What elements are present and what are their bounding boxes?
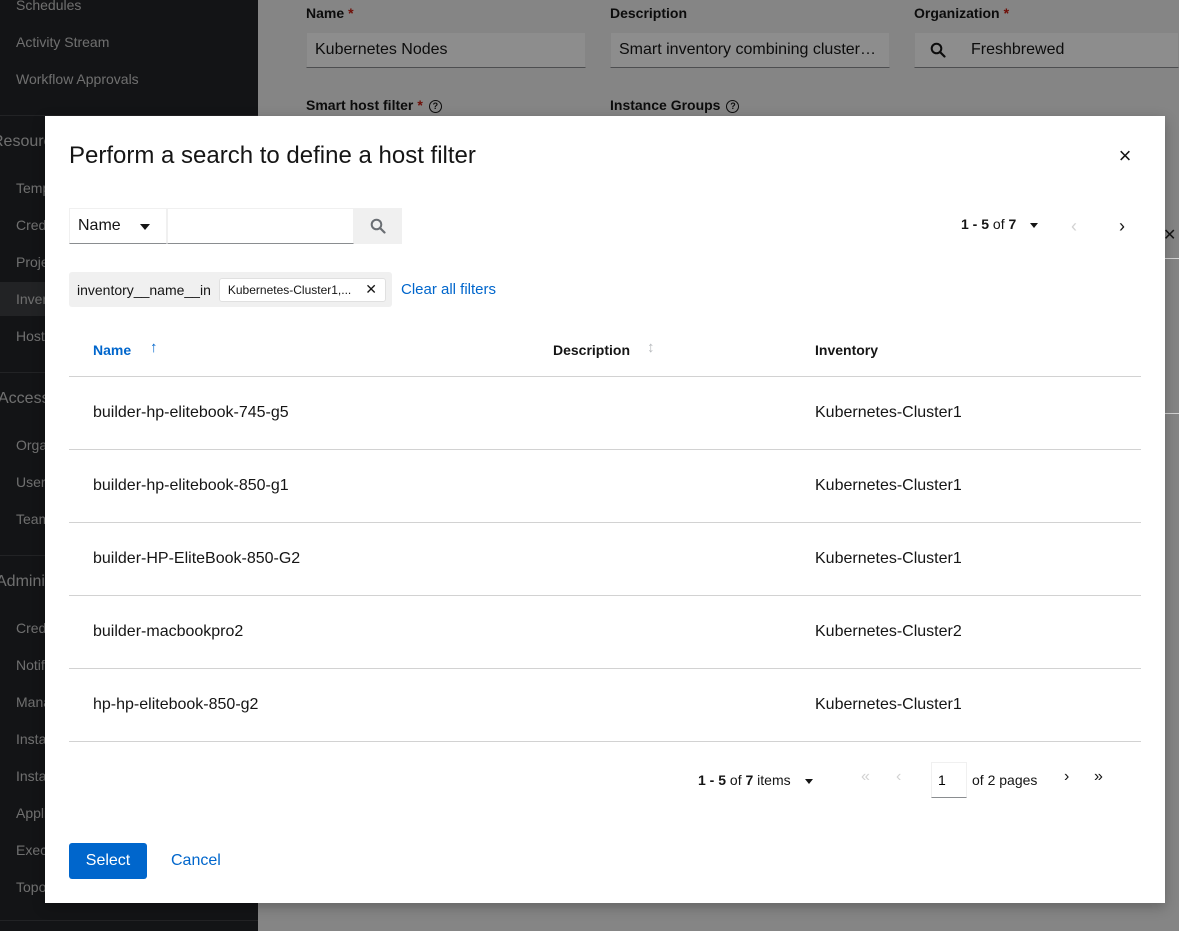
pagination-of: of	[729, 772, 742, 788]
pagination-toggle[interactable]: 1 - 5 of 7	[961, 216, 1039, 232]
remove-filter-icon[interactable]: ✕	[365, 281, 377, 298]
row-name: builder-HP-EliteBook-850-G2	[93, 550, 301, 567]
column-header-description[interactable]: Description	[553, 342, 630, 358]
pagination-range: 1 - 5	[961, 216, 990, 232]
row-name: hp-hp-elitebook-850-g2	[93, 696, 259, 713]
page-count-label: of 2 pages	[972, 772, 1038, 788]
filter-chip-label: Kubernetes-Cluster1,...	[227, 282, 352, 297]
row-name: builder-macbookpro2	[93, 623, 244, 640]
table-header: Name ↑ Description ↕ Inventory	[69, 328, 1141, 377]
table-row[interactable]: builder-hp-elitebook-745-g5 Kubernetes-C…	[69, 377, 1141, 450]
close-icon: ✕	[1163, 227, 1177, 244]
caret-down-icon	[1030, 222, 1039, 228]
row-inventory: Kubernetes-Cluster1	[815, 550, 962, 567]
search-input[interactable]	[167, 208, 354, 244]
next-page-icon[interactable]: ›	[1064, 768, 1069, 786]
column-header-inventory: Inventory	[815, 342, 879, 358]
search-attribute-value: Name	[78, 217, 121, 234]
divider	[1165, 413, 1179, 414]
pagination-bottom-toggle[interactable]: 1 - 5 of 7 items	[698, 772, 813, 788]
pagination-total: 7	[1008, 216, 1017, 232]
caret-down-icon	[140, 224, 150, 230]
divider	[1165, 258, 1179, 259]
filter-chip-group: inventory__name__in Kubernetes-Cluster1,…	[69, 272, 393, 307]
first-page-icon[interactable]: «	[861, 768, 870, 786]
row-inventory: Kubernetes-Cluster1	[815, 696, 962, 713]
pagination-range: 1 - 5	[698, 772, 727, 788]
row-name: builder-hp-elitebook-850-g1	[93, 477, 289, 494]
row-name: builder-hp-elitebook-745-g5	[93, 404, 289, 421]
search-icon	[370, 218, 386, 234]
row-inventory: Kubernetes-Cluster2	[815, 623, 962, 640]
table-row[interactable]: hp-hp-elitebook-850-g2 Kubernetes-Cluste…	[69, 669, 1141, 742]
select-button[interactable]: Select	[69, 843, 147, 879]
cancel-button[interactable]: Cancel	[171, 852, 221, 870]
page-number-input[interactable]	[931, 762, 967, 798]
last-page-icon[interactable]: »	[1094, 768, 1103, 786]
pagination-of: of	[992, 216, 1005, 232]
sort-icon[interactable]: ↕	[647, 339, 655, 356]
table-row[interactable]: builder-macbookpro2 Kubernetes-Cluster2	[69, 596, 1141, 669]
host-filter-modal: Perform a search to define a host filter…	[45, 116, 1165, 903]
search-attribute-select[interactable]: Name	[69, 208, 167, 244]
table-row[interactable]: builder-HP-EliteBook-850-G2 Kubernetes-C…	[69, 523, 1141, 596]
search-toolbar: Name	[69, 208, 402, 244]
arrow-up-icon[interactable]: ↑	[150, 339, 158, 356]
previous-page-icon[interactable]: ‹	[896, 768, 901, 786]
row-inventory: Kubernetes-Cluster1	[815, 404, 962, 421]
modal-title: Perform a search to define a host filter	[69, 142, 476, 169]
search-button[interactable]	[354, 208, 402, 244]
next-page-icon[interactable]: ›	[1119, 216, 1125, 237]
pagination-items-label: items	[757, 772, 791, 788]
clear-all-filters-link[interactable]: Clear all filters	[401, 281, 496, 298]
hosts-table: Name ↑ Description ↕ Inventory builder-h…	[69, 328, 1141, 742]
filter-category-label: inventory__name__in	[77, 281, 211, 298]
caret-down-icon	[804, 778, 813, 784]
previous-page-icon[interactable]: ‹	[1071, 216, 1077, 237]
pagination-total: 7	[745, 772, 754, 788]
close-icon[interactable]: ×	[1115, 145, 1135, 167]
row-inventory: Kubernetes-Cluster1	[815, 477, 962, 494]
table-row[interactable]: builder-hp-elitebook-850-g1 Kubernetes-C…	[69, 450, 1141, 523]
column-header-name[interactable]: Name	[93, 342, 131, 358]
filter-chip: Kubernetes-Cluster1,... ✕	[218, 277, 387, 302]
